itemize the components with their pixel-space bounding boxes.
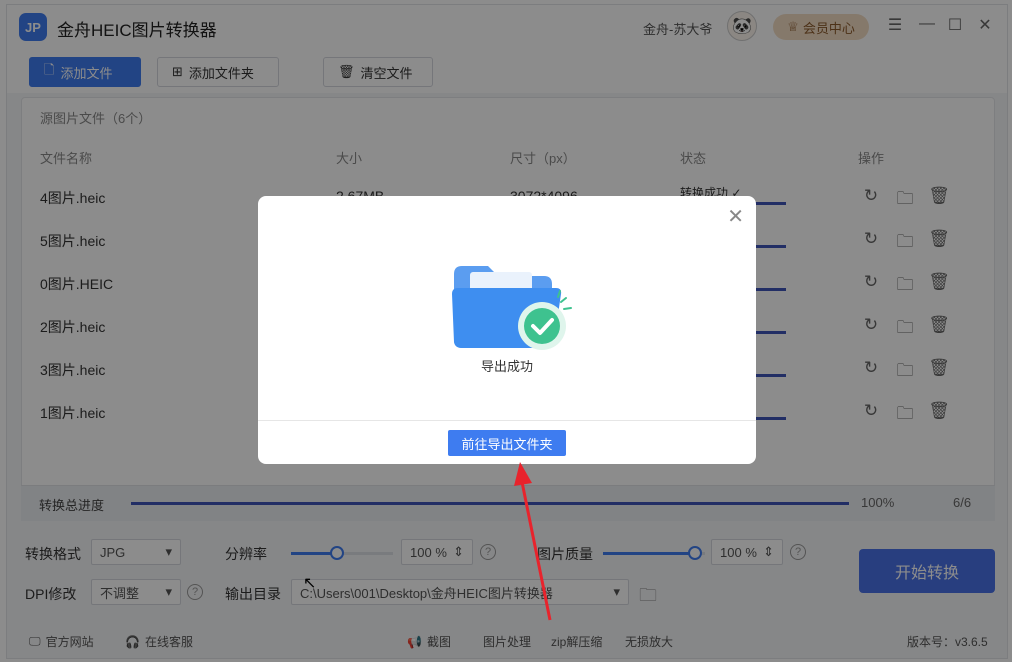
close-icon[interactable]: ✕ <box>727 204 744 229</box>
folder-success-icon <box>452 266 572 350</box>
divider <box>258 420 756 421</box>
mouse-cursor-icon: ↖ <box>303 575 317 592</box>
export-success-message: 导出成功 <box>480 359 533 374</box>
open-export-folder-button[interactable]: 前往导出文件夹 <box>448 430 566 456</box>
export-success-dialog: ✕ 导出成功 前往导出文件夹 <box>258 196 756 464</box>
